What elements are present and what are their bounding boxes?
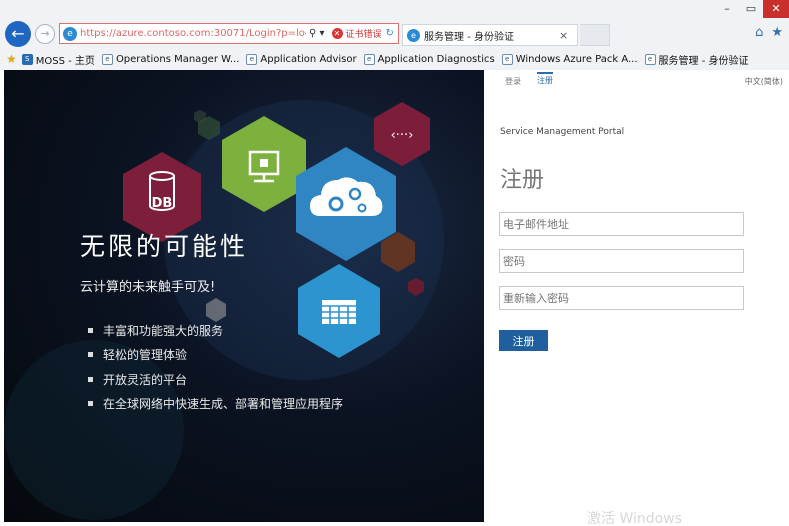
- address-bar[interactable]: e https://azure.contoso.com:30071/Login?…: [59, 23, 399, 44]
- minimize-button[interactable]: –: [715, 0, 739, 18]
- activation-watermark: 激活 Windows: [587, 511, 682, 526]
- ie-page-icon: e: [246, 53, 258, 65]
- auth-tabs: 登录 注册: [505, 72, 553, 89]
- email-field[interactable]: [499, 212, 744, 236]
- browser-tab[interactable]: e 服务管理 - 身份验证 ×: [402, 24, 578, 46]
- feature-item: 轻松的管理体验: [88, 343, 343, 368]
- feature-list: 丰富和功能强大的服务 轻松的管理体验 开放灵活的平台 在全球网络中快速生成、部署…: [88, 318, 343, 416]
- portal-name: Service Management Portal: [500, 127, 625, 137]
- favorite-moss[interactable]: S MOSS - 主页: [21, 52, 95, 67]
- refresh-icon[interactable]: ↻: [386, 28, 394, 39]
- feature-item: 丰富和功能强大的服务: [88, 318, 343, 343]
- favorite-service-management[interactable]: e 服务管理 - 身份验证: [644, 52, 749, 67]
- language-selector[interactable]: 中文(简体): [745, 76, 783, 87]
- favorites-bar: ★ S MOSS - 主页 e Operations Manager W... …: [0, 49, 789, 69]
- cert-error-label[interactable]: 证书错误: [346, 27, 382, 40]
- favorite-operations-manager[interactable]: e Operations Manager W...: [101, 53, 240, 65]
- page-title: 注册: [500, 168, 545, 193]
- favorites-star-icon[interactable]: ★: [6, 52, 17, 66]
- tab-register[interactable]: 注册: [537, 72, 553, 89]
- register-panel: 登录 注册 中文(简体) Service Management Portal 注…: [486, 70, 789, 526]
- password-field[interactable]: [499, 249, 744, 273]
- favorite-label: Operations Manager W...: [115, 53, 240, 65]
- tab-login[interactable]: 登录: [505, 74, 521, 89]
- tab-ie-icon: e: [407, 28, 420, 42]
- favorite-windows-azure-pack[interactable]: e Windows Azure Pack A...: [501, 53, 638, 65]
- ie-page-icon: e: [101, 53, 113, 65]
- back-button[interactable]: ←: [5, 21, 31, 47]
- tab-close-icon[interactable]: ×: [559, 29, 577, 42]
- favorites-icon[interactable]: ★: [771, 25, 783, 40]
- cert-error-icon[interactable]: ✕: [331, 28, 343, 39]
- ie-page-icon: e: [63, 26, 77, 41]
- favorite-application-diagnostics[interactable]: e Application Diagnostics: [363, 53, 495, 65]
- hero-graphics: DB ‹···›: [4, 100, 444, 520]
- window-controls: – ▭ ✕: [715, 0, 789, 18]
- ie-page-icon: e: [363, 53, 375, 65]
- search-dropdown-icon[interactable]: ⚲ ▾: [309, 28, 325, 39]
- feature-item: 在全球网络中快速生成、部署和管理应用程序: [88, 392, 343, 417]
- favorite-label: Application Advisor: [260, 53, 357, 65]
- register-button[interactable]: 注册: [499, 330, 548, 351]
- url-text[interactable]: https://azure.contoso.com:30071/Login?p=…: [80, 28, 306, 39]
- favorite-label: 服务管理 - 身份验证: [658, 55, 749, 67]
- favorite-label: Application Diagnostics: [377, 53, 495, 65]
- favorite-label: MOSS - 主页: [35, 55, 95, 67]
- hero-subtitle: 云计算的未来触手可及!: [80, 280, 216, 295]
- ie-page-icon: e: [644, 53, 656, 65]
- hero-panel: DB ‹···› 无限的可能性 云计算的未来触手可及! 丰富和功能强大的服务 轻…: [4, 70, 484, 522]
- hero-title: 无限的可能性: [80, 232, 249, 261]
- ie-page-icon: e: [501, 53, 513, 65]
- toolbar-icons: ⌂ ★: [755, 25, 783, 40]
- browser-chrome: – ▭ ✕ ← → e https://azure.contoso.com:30…: [0, 0, 789, 70]
- feature-item: 开放灵活的平台: [88, 367, 343, 392]
- db-label: DB: [152, 196, 173, 211]
- confirm-password-field[interactable]: [499, 286, 744, 310]
- tab-title: 服务管理 - 身份验证: [424, 31, 514, 43]
- home-icon[interactable]: ⌂: [755, 25, 763, 40]
- favorite-label: Windows Azure Pack A...: [515, 53, 638, 65]
- restore-button[interactable]: ▭: [739, 0, 763, 18]
- favorite-application-advisor[interactable]: e Application Advisor: [246, 53, 357, 65]
- sharepoint-icon: S: [21, 53, 33, 65]
- new-tab-button[interactable]: [580, 24, 610, 46]
- forward-button[interactable]: →: [35, 24, 55, 44]
- close-button[interactable]: ✕: [763, 0, 789, 18]
- code-label: ‹···›: [391, 128, 414, 143]
